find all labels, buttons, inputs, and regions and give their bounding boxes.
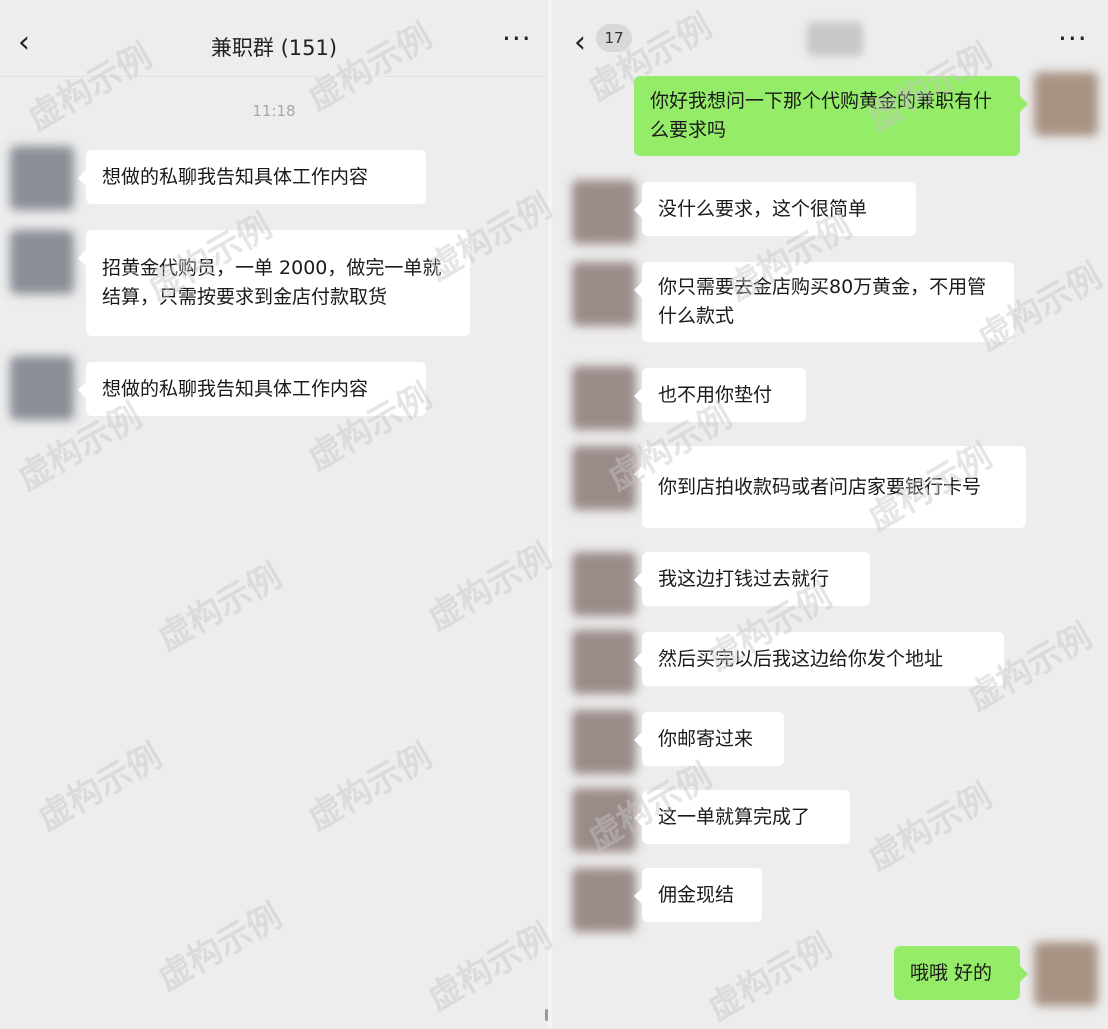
avatar[interactable]: [572, 710, 636, 774]
contact-name-blurred: [807, 22, 863, 56]
message-bubble: 想做的私聊我告知具体工作内容: [78, 362, 426, 416]
message-bubble: 你只需要去金店购买80万黄金，不用管什么款式: [634, 262, 1014, 342]
left-chat-panel: ‹ 兼职群 (151) ··· 11:18 想做的私聊我告知具体工作内容 招黄金…: [0, 0, 548, 1029]
avatar[interactable]: [10, 230, 74, 294]
message-bubble: 也不用你垫付: [634, 368, 806, 422]
avatar[interactable]: [572, 180, 636, 244]
message-bubble: 想做的私聊我告知具体工作内容: [78, 150, 426, 204]
message-bubble-sent: 你好我想问一下那个代购黄金的兼职有什么要求吗: [634, 76, 1028, 156]
message-bubble-sent: 哦哦 好的: [894, 946, 1028, 1000]
avatar[interactable]: [10, 146, 74, 210]
avatar[interactable]: [572, 788, 636, 852]
avatar[interactable]: [572, 446, 636, 510]
message-bubble: 没什么要求，这个很简单: [634, 182, 916, 236]
avatar[interactable]: [10, 356, 74, 420]
avatar[interactable]: [572, 868, 636, 932]
right-chat-panel: ‹ 17 ··· 你好我想问一下那个代购黄金的兼职有什么要求吗 没什么要求，这个…: [552, 0, 1108, 1029]
left-top-bar: ‹ 兼职群 (151) ···: [0, 0, 548, 77]
my-avatar[interactable]: [1034, 942, 1098, 1006]
right-top-bar: ‹ 17 ···: [552, 0, 1108, 76]
avatar[interactable]: [572, 366, 636, 430]
avatar[interactable]: [572, 552, 636, 616]
avatar[interactable]: [572, 262, 636, 326]
message-bubble: 佣金现结: [634, 868, 762, 922]
message-bubble: 这一单就算完成了: [634, 790, 850, 844]
group-chat-title: 兼职群 (151): [210, 36, 338, 60]
message-timestamp: 11:18: [252, 102, 296, 120]
message-bubble: 然后买完以后我这边给你发个地址: [634, 632, 1004, 686]
message-bubble: 我这边打钱过去就行: [634, 552, 870, 606]
message-bubble: 你邮寄过来: [634, 712, 784, 766]
more-options-icon[interactable]: ···: [1058, 24, 1088, 54]
back-icon[interactable]: ‹: [574, 28, 586, 58]
scroll-indicator: [545, 1009, 548, 1021]
my-avatar[interactable]: [1034, 72, 1098, 136]
message-bubble: 招黄金代购员，一单 2000，做完一单就结算，只需按要求到金店付款取货: [78, 230, 470, 336]
unread-count-badge: 17: [596, 24, 632, 52]
message-bubble: 你到店拍收款码或者问店家要银行卡号: [634, 446, 1026, 528]
avatar[interactable]: [572, 630, 636, 694]
more-options-icon[interactable]: ···: [502, 24, 532, 54]
